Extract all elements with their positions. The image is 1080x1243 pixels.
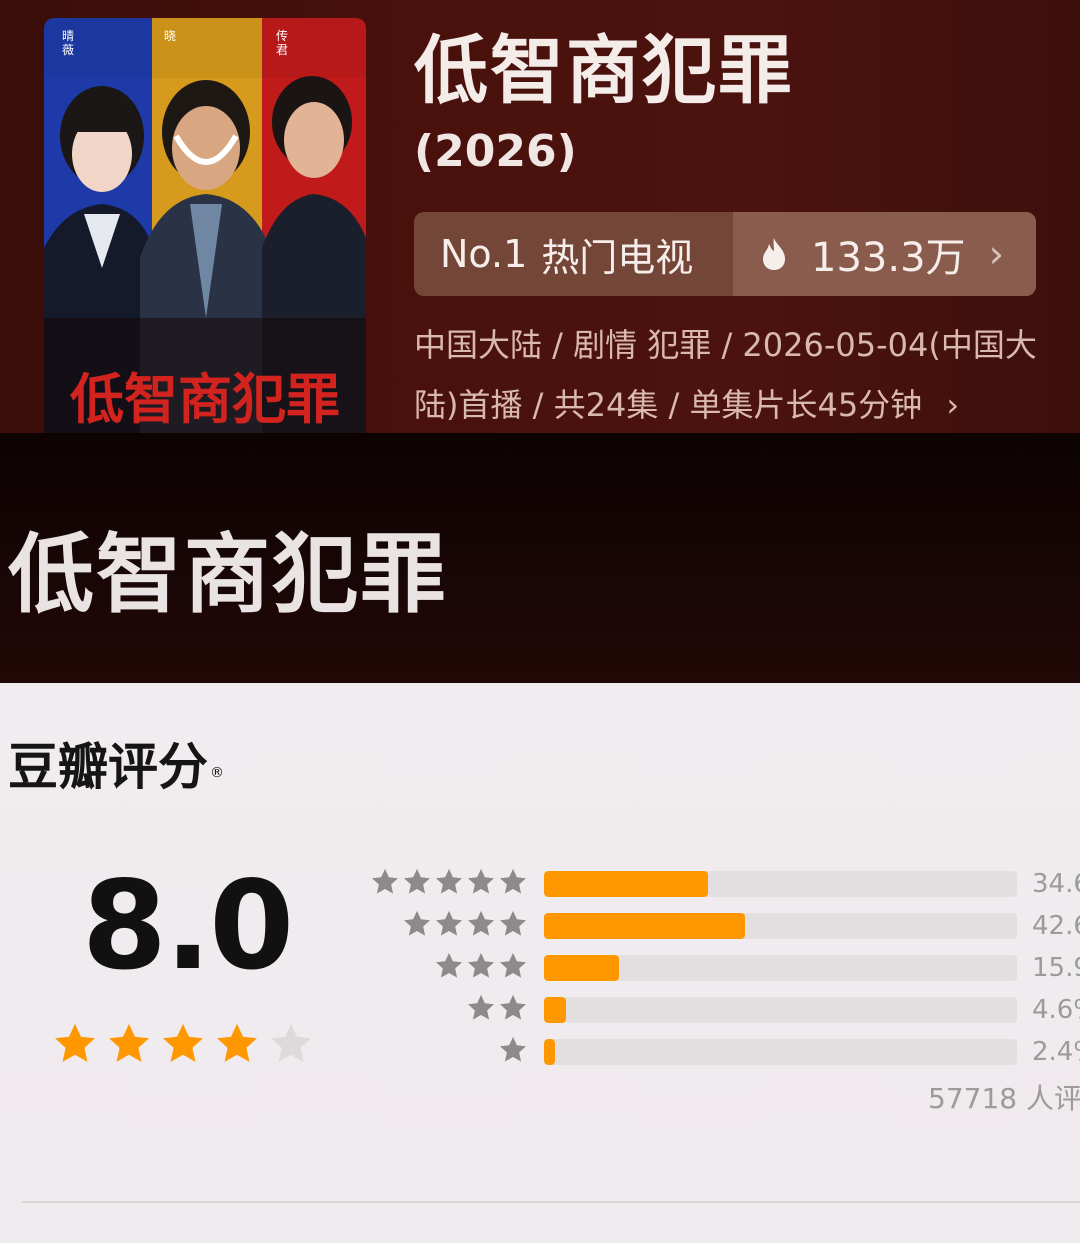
svg-text:君: 君	[276, 43, 288, 57]
star-icon	[468, 952, 494, 978]
rating-bar-track	[544, 913, 1017, 939]
ranking-badge[interactable]: No.1 热门电视 133.3万 ›	[414, 212, 1036, 296]
rating-bar-row: 2.4%	[0, 1035, 1080, 1069]
rating-heading: 豆瓣评分 ®	[8, 735, 224, 799]
rank-number: No.1	[440, 232, 528, 276]
rating-count: 57718 人评	[928, 1082, 1080, 1115]
rating-bar-fill	[544, 871, 708, 897]
star-icon	[500, 1036, 526, 1062]
star-icon	[436, 868, 462, 894]
douban-rating-panel: 豆瓣评分® 8.0 34.642.615.94.6%2.4% 57718 人评	[0, 683, 1080, 1243]
rating-bar-percent: 2.4%	[1032, 1037, 1080, 1067]
rating-bar-track	[544, 1039, 1017, 1065]
rating-bar-row: 4.6%	[0, 993, 1080, 1027]
svg-text:晴: 晴	[62, 29, 74, 43]
rating-bar-percent: 34.6	[1032, 869, 1080, 899]
movie-header: 低智商犯罪 晴 薇 晓 传 君 低智商犯罪 (2026) No.1 热门电视 1…	[0, 0, 1080, 433]
rating-bar-stars	[466, 993, 528, 1027]
poster-title-art: 低智商犯罪	[70, 367, 340, 431]
movie-title: 低智商犯罪	[414, 28, 794, 114]
release-year: (2026)	[414, 126, 577, 177]
heat-value: 133.3万	[811, 235, 966, 281]
rating-bar-stars	[402, 909, 528, 943]
svg-text:传: 传	[276, 28, 288, 43]
rating-bar-percent: 4.6%	[1032, 995, 1080, 1025]
rating-bar-percent: 15.9	[1032, 953, 1080, 983]
heat-indicator[interactable]: 133.3万 ›	[733, 212, 1036, 296]
rating-bar-percent: 42.6	[1032, 911, 1080, 941]
flame-icon	[763, 238, 785, 270]
rank-label[interactable]: No.1 热门电视	[414, 212, 733, 296]
banner-title: 低智商犯罪	[8, 525, 448, 625]
star-icon	[468, 910, 494, 936]
star-icon	[404, 910, 430, 936]
rating-bar-row: 15.9	[0, 951, 1080, 985]
star-icon	[500, 994, 526, 1020]
star-icon	[372, 868, 398, 894]
movie-meta-line: 陆)首播 / 共24集 / 单集片长45分钟	[414, 386, 923, 424]
rating-bar-track	[544, 955, 1017, 981]
rating-bar-stars	[498, 1035, 528, 1069]
svg-text:薇: 薇	[62, 43, 74, 57]
rating-bar-stars	[434, 951, 528, 985]
rating-heading-text: 豆瓣评分	[8, 738, 208, 796]
title-banner: 低智商犯罪	[0, 433, 1080, 683]
registered-mark: ®	[210, 765, 224, 781]
star-icon	[436, 910, 462, 936]
poster-image[interactable]: 低智商犯罪 晴 薇 晓 传 君	[44, 18, 366, 433]
movie-meta-line: 中国大陆 / 剧情 犯罪 / 2026-05-04(中国大	[414, 326, 1037, 364]
poster-artwork: 低智商犯罪 晴 薇 晓 传 君	[44, 18, 366, 433]
chevron-right-icon: ›	[988, 232, 1004, 276]
star-icon	[500, 910, 526, 936]
svg-text:晓: 晓	[164, 29, 176, 43]
divider	[22, 1201, 1080, 1203]
chevron-right-icon: ›	[946, 386, 960, 424]
rating-bar-row: 34.6	[0, 867, 1080, 901]
rating-bar-stars	[370, 867, 528, 901]
rating-bar-fill	[544, 997, 566, 1023]
rating-bar-fill	[544, 1039, 556, 1065]
rating-bar-fill	[544, 913, 746, 939]
star-icon	[468, 868, 494, 894]
star-icon	[500, 868, 526, 894]
rating-bar-track	[544, 997, 1017, 1023]
star-icon	[500, 952, 526, 978]
star-icon	[436, 952, 462, 978]
star-icon	[404, 868, 430, 894]
rating-bar-row: 42.6	[0, 909, 1080, 943]
rating-bar-track	[544, 871, 1017, 897]
movie-meta-details[interactable]: 陆)首播 / 共24集 / 单集片长45分钟 ›	[414, 385, 959, 425]
rating-bar-fill	[544, 955, 620, 981]
rank-category: 热门电视	[541, 235, 694, 280]
star-icon	[468, 994, 494, 1020]
